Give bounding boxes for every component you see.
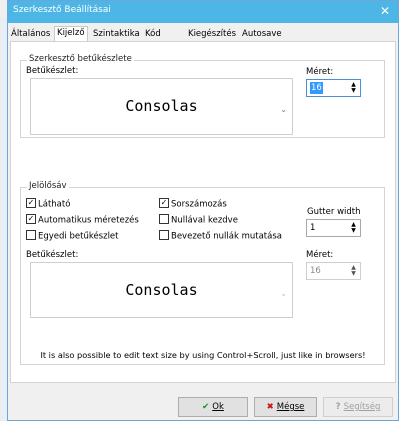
checkbox-checked-icon[interactable]: ✓ (26, 214, 36, 224)
help-button[interactable]: ? Segítség (323, 397, 393, 417)
underlying-window-edge (0, 18, 7, 421)
tab-kiegeszites[interactable]: Kiegészítés (186, 28, 238, 41)
tab-kijelzo[interactable]: Kijelző (54, 26, 88, 42)
cancel-button[interactable]: ✖ Mégse (254, 397, 317, 417)
title-bar[interactable]: Szerkesztő Beállításai ✕ (8, 1, 398, 23)
gutter-size-stepper[interactable]: 16 ▲ ▼ (306, 262, 361, 280)
chevron-down-icon: ⌄ (280, 289, 287, 298)
checkbox-automatikus-meretezes[interactable]: ✓ Automatikus méretezés (26, 214, 139, 226)
close-icon[interactable]: ✕ (378, 4, 392, 18)
x-icon: ✖ (266, 402, 274, 412)
editor-font-group: Szerkesztő betűkészlete Betűkészlet: Con… (20, 54, 385, 138)
gutter-width-stepper[interactable]: 1 ▲ ▼ (306, 219, 361, 237)
checkbox-checked-icon[interactable]: ✓ (159, 198, 169, 208)
font-label: Betűkészlet: (26, 66, 79, 76)
checkbox-nullaval-kezdve[interactable]: Nullával kezdve (159, 214, 238, 226)
tab-altalanos[interactable]: Általános (9, 28, 52, 41)
gutter-font-label: Betűkészlet: (26, 250, 79, 260)
gutter-size-label: Méret: (306, 250, 334, 260)
spin-arrows-icon[interactable]: ▲ ▼ (349, 265, 358, 277)
gutter-group: Jelölősáv ✓ Látható ✓ Automatikus méretezé… (20, 181, 385, 365)
checkbox-unchecked-icon[interactable] (159, 230, 169, 240)
editor-font-selector[interactable]: Consolas ⌄ (30, 78, 293, 135)
editor-size-stepper[interactable]: 16 ▲ ▼ (306, 79, 361, 97)
group-title: Szerkesztő betűkészlete (27, 54, 134, 64)
hint-text: It is also possible to edit text size by… (40, 350, 366, 360)
check-icon: ✔ (202, 402, 210, 412)
tab-panel-kijelzo: Szerkesztő betűkészlete Betűkészlet: Con… (10, 41, 396, 383)
checkbox-unchecked-icon[interactable] (26, 230, 36, 240)
checkbox-lathato[interactable]: ✓ Látható (26, 198, 70, 210)
gutter-font-selector[interactable]: Consolas ⌄ (30, 262, 293, 318)
checkbox-bevezeto-nullak[interactable]: Bevezető nullák mutatása (159, 230, 282, 242)
checkbox-unchecked-icon[interactable] (159, 214, 169, 224)
gutter-width-value[interactable]: 1 (310, 222, 315, 234)
tab-bar: Általános Kijelző Szintaktika Kód Kiegés… (8, 24, 398, 42)
size-value[interactable]: 16 (310, 82, 323, 94)
size-label: Méret: (306, 67, 334, 77)
settings-dialog: Szerkesztő Beállításai ✕ Általános Kijel… (7, 0, 399, 421)
tab-kod[interactable]: Kód (143, 28, 163, 41)
font-name: Consolas (125, 97, 198, 115)
checkbox-egyedi-betukeszlet[interactable]: Egyedi betűkészlet (26, 230, 119, 242)
tab-autosave[interactable]: Autosave (240, 28, 284, 41)
dialog-title: Szerkesztő Beállításai (13, 5, 111, 15)
question-icon: ? (335, 402, 341, 412)
tab-szintaktika[interactable]: Szintaktika (91, 28, 142, 41)
gutter-width-label: Gutter width (307, 207, 361, 217)
checkbox-checked-icon[interactable]: ✓ (26, 198, 36, 208)
group-title: Jelölősáv (27, 181, 69, 191)
chevron-down-icon: ⌄ (280, 105, 287, 114)
font-name: Consolas (125, 281, 198, 299)
spin-arrows-icon[interactable]: ▲ ▼ (349, 222, 358, 234)
checkbox-sorszamozas[interactable]: ✓ Sorszámozás (159, 198, 227, 210)
spin-arrows-icon[interactable]: ▲ ▼ (349, 82, 358, 94)
gutter-size-value[interactable]: 16 (310, 265, 321, 277)
ok-button[interactable]: ✔ Ok (178, 397, 248, 417)
